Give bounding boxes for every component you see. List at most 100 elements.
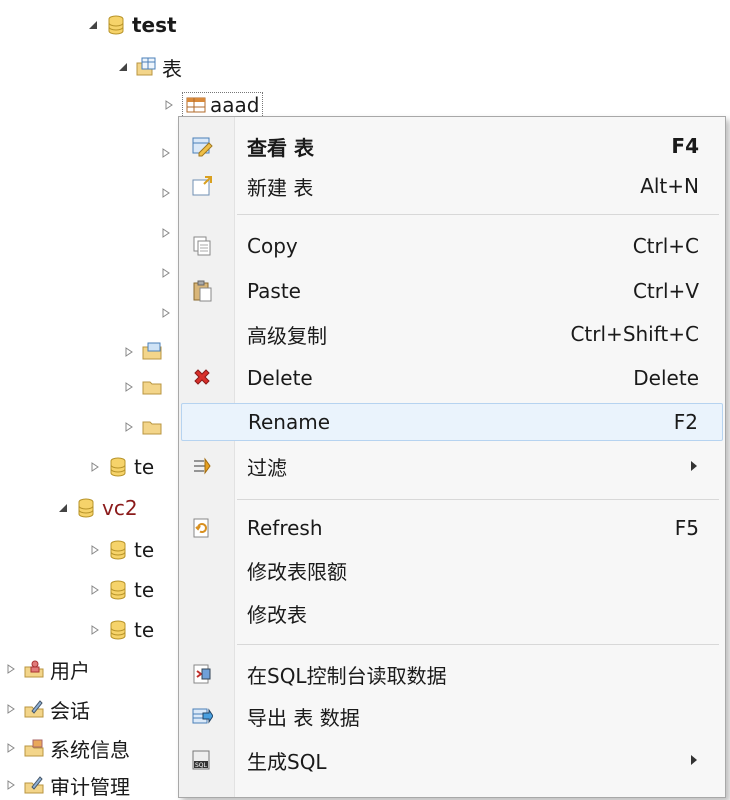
collapsed-arrow-icon[interactable] <box>88 460 102 474</box>
tree-node-sessions[interactable]: 会话 <box>4 694 90 724</box>
expanded-arrow-icon[interactable] <box>56 501 70 515</box>
menu-item-filter[interactable]: 过滤 <box>181 447 723 485</box>
menu-item-shortcut: Alt+N <box>640 174 699 198</box>
copy-icon <box>193 236 211 256</box>
menu-item-advanced-copy[interactable]: 高级复制 Ctrl+Shift+C <box>181 315 723 353</box>
folder-icon <box>142 342 162 360</box>
tree-label: vc2 <box>102 496 138 520</box>
database-icon <box>110 457 126 477</box>
refresh-icon <box>193 518 209 538</box>
folder-icon <box>142 421 162 435</box>
collapsed-arrow-icon[interactable] <box>88 583 102 597</box>
collapsed-arrow-icon[interactable] <box>4 662 18 676</box>
menu-item-label: Delete <box>247 366 313 390</box>
tree-label: te <box>134 538 155 562</box>
collapsed-arrow-icon[interactable] <box>88 543 102 557</box>
collapsed-arrow-icon[interactable] <box>122 345 136 359</box>
tree-node-tables[interactable]: 表 <box>116 52 182 82</box>
menu-item-label: Refresh <box>247 516 323 540</box>
menu-item-generate-sql[interactable]: SQL 生成SQL <box>181 741 723 779</box>
svg-text:SQL: SQL <box>195 762 208 769</box>
collapsed-arrow-icon[interactable] <box>162 303 170 322</box>
export-icon <box>192 708 213 724</box>
menu-item-shortcut: Ctrl+V <box>632 279 699 303</box>
menu-item-shortcut: F5 <box>674 516 699 540</box>
users-folder-icon <box>24 660 44 678</box>
collapsed-arrow-icon[interactable] <box>162 263 170 282</box>
collapsed-arrow-icon[interactable] <box>162 143 170 162</box>
menu-item-label: 新建 表 <box>247 175 314 200</box>
menu-item-copy[interactable]: Copy Ctrl+C <box>181 227 723 265</box>
delete-icon <box>194 369 210 385</box>
sysinfo-folder-icon <box>24 739 44 757</box>
folder-icon <box>142 381 162 395</box>
menu-separator <box>237 214 719 215</box>
menu-item-alter-table[interactable]: 修改表 <box>181 594 723 632</box>
database-icon <box>110 540 126 560</box>
tree-label: te <box>134 578 155 602</box>
collapsed-arrow-icon[interactable] <box>162 98 176 112</box>
menu-item-view-table[interactable]: 查看 表 F4 <box>181 127 723 165</box>
menu-item-paste[interactable]: Paste Ctrl+V <box>181 272 723 310</box>
tree-node-folder[interactable] <box>122 337 168 367</box>
collapsed-arrow-icon[interactable] <box>162 223 170 242</box>
tree-node-te[interactable]: te <box>88 575 154 605</box>
tree-label: 用户 <box>50 658 90 683</box>
menu-item-shortcut: F4 <box>671 134 699 158</box>
tree-node-te[interactable]: te <box>88 452 154 482</box>
collapsed-arrow-icon[interactable] <box>4 741 18 755</box>
tree-label: 会话 <box>50 698 90 723</box>
tree-label: 审计管理 <box>50 774 130 799</box>
menu-item-label: 高级复制 <box>247 323 327 348</box>
menu-separator <box>237 644 719 645</box>
tree-node-folder[interactable] <box>122 372 168 402</box>
menu-item-label: 在SQL控制台读取数据 <box>247 663 447 688</box>
tree-label: 系统信息 <box>50 737 130 762</box>
menu-item-modify-quota[interactable]: 修改表限额 <box>181 551 723 589</box>
collapsed-arrow-icon[interactable] <box>162 183 170 202</box>
tree-label: te <box>134 618 155 642</box>
collapsed-arrow-icon[interactable] <box>88 623 102 637</box>
menu-item-label: Paste <box>247 279 301 303</box>
menu-item-refresh[interactable]: Refresh F5 <box>181 509 723 547</box>
database-icon <box>110 620 126 640</box>
menu-item-delete[interactable]: Delete Delete <box>181 359 723 397</box>
database-icon <box>78 498 94 518</box>
menu-item-export-data[interactable]: 导出 表 数据 <box>181 697 723 735</box>
generate-sql-icon: SQL <box>192 750 210 770</box>
menu-item-shortcut: F2 <box>673 410 698 434</box>
tree-node-sysinfo[interactable]: 系统信息 <box>4 733 130 763</box>
database-icon <box>110 580 126 600</box>
menu-item-sql-read[interactable]: 在SQL控制台读取数据 <box>181 655 723 693</box>
tree-node-te[interactable]: te <box>88 535 154 565</box>
menu-item-rename[interactable]: Rename F2 <box>181 403 723 441</box>
menu-item-new-table[interactable]: 新建 表 Alt+N <box>181 167 723 205</box>
menu-item-label: 修改表限额 <box>247 559 347 584</box>
collapsed-arrow-icon[interactable] <box>122 380 136 394</box>
tree-node-audit[interactable]: 审计管理 <box>4 770 130 800</box>
sessions-folder-icon <box>24 700 44 718</box>
submenu-arrow-icon <box>691 461 697 471</box>
collapsed-arrow-icon[interactable] <box>4 702 18 716</box>
menu-item-shortcut: Ctrl+C <box>632 234 699 258</box>
tree-node-vc2[interactable]: vc2 <box>56 493 138 523</box>
menu-item-label: 过滤 <box>247 455 287 480</box>
collapsed-arrow-icon[interactable] <box>122 420 136 434</box>
expanded-arrow-icon[interactable] <box>86 18 100 32</box>
tree-label: aaad <box>210 93 260 117</box>
menu-item-shortcut: Ctrl+Shift+C <box>570 322 699 346</box>
tree-node-test[interactable]: test <box>86 10 177 40</box>
tree-node-users[interactable]: 用户 <box>4 654 90 684</box>
tree-node-folder[interactable] <box>122 412 168 442</box>
context-menu: 查看 表 F4 新建 表 Alt+N Copy Ctrl+C Paste Ctr… <box>178 116 726 798</box>
expanded-arrow-icon[interactable] <box>116 60 130 74</box>
collapsed-arrow-icon[interactable] <box>4 778 18 792</box>
sql-console-icon <box>193 664 211 684</box>
paste-icon <box>193 280 212 302</box>
tree-node-te[interactable]: te <box>88 615 154 645</box>
view-edit-icon <box>192 137 213 157</box>
database-icon <box>108 15 124 35</box>
new-icon <box>192 176 212 196</box>
filter-icon <box>194 457 211 475</box>
menu-item-label: 修改表 <box>247 602 307 627</box>
